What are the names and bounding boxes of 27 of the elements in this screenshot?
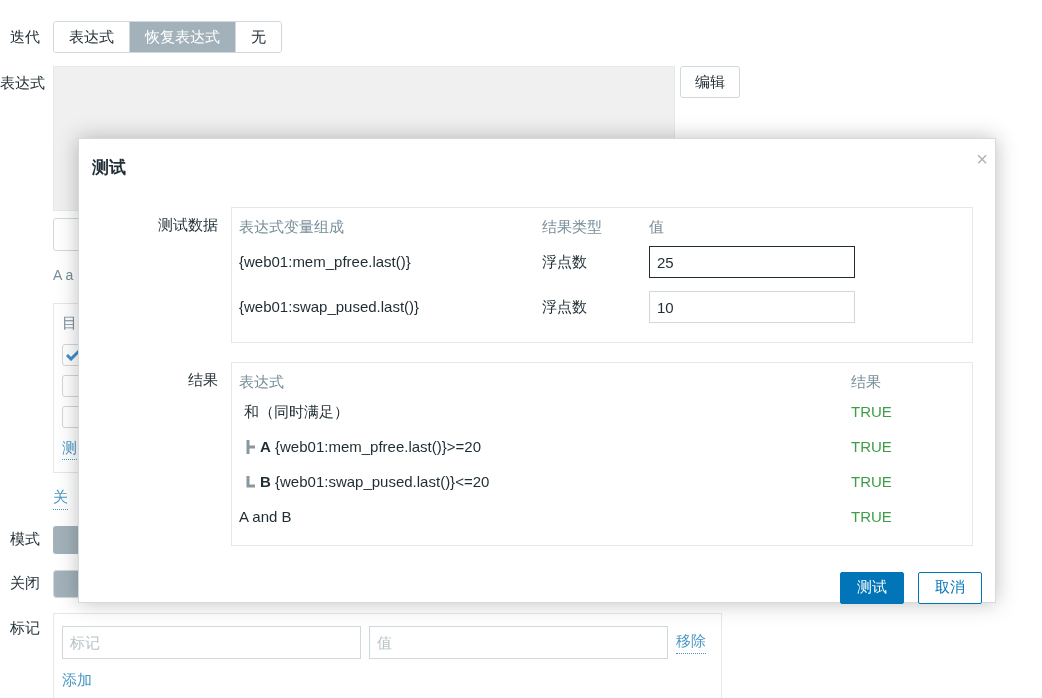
column-header: 结果类型 [542,217,602,235]
result-value: TRUE [851,401,892,422]
hint-text: A a [53,266,74,285]
field-label: 表达式 [0,74,45,91]
result-value: TRUE [851,471,892,492]
dialog-title: 测试 [92,157,126,179]
field-label: 测试数据 [158,215,218,233]
result-value: TRUE [851,436,892,457]
table-cell: 和（同时满足） [244,402,349,420]
table-cell: 浮点数 [542,252,587,270]
table-cell: 浮点数 [542,297,587,315]
table-cell: A and B [239,507,292,525]
table-cell: {web01:swap_pused.last()} [239,297,420,315]
result-value: TRUE [851,506,892,527]
field-label: 标记 [10,618,40,636]
column-header: 表达式变量组成 [239,217,344,235]
table-cell-text: A {web01:mem_pfree.last()}>=20 [260,436,481,457]
table-cell-text: B {web01:swap_pused.last()}<=20 [260,471,490,492]
column-header: 值 [649,217,664,235]
field-label: 迭代 [10,27,40,45]
table-cell: {web01:mem_pfree.last()} [239,252,411,270]
field-label: 结果 [188,370,218,388]
column-header: 表达式 [239,372,284,390]
column-header: 结果 [851,371,881,392]
panel-header: 目 [62,313,77,333]
field-label: 模式 [10,530,40,548]
field-label: 关闭 [10,574,40,592]
